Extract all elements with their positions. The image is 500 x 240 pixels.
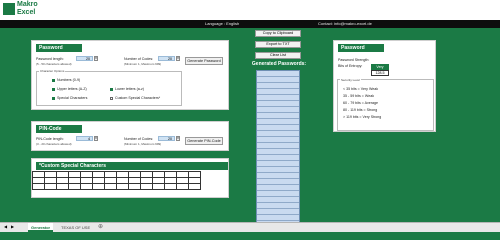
generate-password-button[interactable]: Generate Password bbox=[185, 57, 223, 65]
sheet-tab-bar: ◀ ▶ Generator TEXAS OF USE ⊕ bbox=[0, 222, 500, 232]
character-options-box: Character Options Numbers (0-9) Upper le… bbox=[36, 69, 182, 106]
panel-title: PIN-Code Settings bbox=[36, 125, 82, 140]
tab-scroll-left-icon[interactable]: ◀ bbox=[4, 224, 7, 229]
info-bar: Language : English Contact: info@makro-e… bbox=[0, 20, 500, 28]
security-level-item: < 35 bits = Very Weak bbox=[343, 87, 379, 91]
pin-length-input[interactable]: 4 bbox=[76, 136, 93, 141]
pin-length-spinner[interactable]: ▾ bbox=[94, 136, 98, 141]
password-length-label: Password length: bbox=[36, 57, 64, 61]
custom-special-characters-checkbox[interactable] bbox=[110, 97, 113, 100]
password-codes-hint: (Minimum 1, Maximum 999) bbox=[124, 62, 162, 66]
clear-list-button[interactable]: Clear List bbox=[255, 52, 301, 59]
strength-label: Password Strength: bbox=[338, 58, 370, 62]
bits-of-entropy-value: 128.5 bbox=[371, 70, 389, 76]
password-length-hint: (5 - 50 characters allowed) bbox=[36, 62, 72, 66]
contact-link[interactable]: Contact: info@makro-excel.de bbox=[318, 20, 372, 28]
upper-letters-checkbox[interactable] bbox=[52, 88, 55, 91]
generated-passwords-list[interactable] bbox=[256, 70, 300, 230]
numbers-checkbox[interactable] bbox=[52, 79, 55, 82]
copy-to-clipboard-button[interactable]: Copy to Clipboard bbox=[255, 30, 301, 37]
logo-line-1: Makro bbox=[17, 1, 38, 8]
makro-excel-logo: Makro Excel bbox=[3, 1, 43, 18]
logo-mark bbox=[3, 3, 15, 15]
pin-codes-spinner[interactable]: ▾ bbox=[176, 136, 180, 141]
pin-length-hint: (3 - 20 characters allowed) bbox=[36, 142, 72, 146]
password-codes-input[interactable]: 20 bbox=[158, 56, 175, 61]
panel-title: Password Settings bbox=[36, 44, 82, 59]
security-level-item: 60 - 79 bits = Average bbox=[343, 101, 378, 105]
special-characters-checkbox[interactable] bbox=[52, 97, 55, 100]
password-length-input[interactable]: 20 bbox=[76, 56, 93, 61]
password-settings-panel: Password Settings Password length: 20 ▾ … bbox=[31, 40, 229, 110]
lower-letters-option-label: Lower letters (a-z) bbox=[115, 87, 144, 91]
pin-code-settings-panel: PIN-Code Settings PIN-Code length: 4 ▾ (… bbox=[31, 121, 229, 151]
password-length-spinner[interactable]: ▾ bbox=[94, 56, 98, 61]
security-level-item: 80 - 119 bits = Strong bbox=[343, 108, 378, 112]
security-level-item: > 119 bits = Very Strong bbox=[343, 115, 382, 119]
add-sheet-icon[interactable]: ⊕ bbox=[98, 223, 103, 230]
password-codes-spinner[interactable]: ▾ bbox=[176, 56, 180, 61]
security-level-title: Security Level bbox=[340, 78, 361, 83]
upper-letters-option-label: Upper letters (A-Z) bbox=[57, 87, 87, 91]
logo-line-2: Excel bbox=[17, 9, 36, 16]
security-level-box: Security Level < 35 bits = Very Weak 35 … bbox=[337, 78, 434, 131]
security-level-item: 35 - 59 bits = Weak bbox=[343, 94, 374, 98]
lower-letters-checkbox[interactable] bbox=[110, 88, 113, 91]
numbers-option-label: Numbers (0-9) bbox=[57, 78, 81, 82]
custom-characters-grid[interactable] bbox=[32, 171, 201, 190]
panel-title: Password Strength bbox=[338, 44, 384, 59]
bits-of-entropy-label: Bits of Entropy: bbox=[338, 64, 363, 68]
export-to-txt-button[interactable]: Export to TXT bbox=[255, 41, 301, 48]
character-options-title: Character Options bbox=[39, 69, 66, 74]
tab-terms-of-use[interactable]: TEXAS OF USE bbox=[58, 223, 93, 232]
custom-special-characters-option-label: Custom Special Characters* bbox=[115, 96, 161, 100]
password-codes-label: Number of Codes: bbox=[124, 57, 154, 61]
pin-codes-hint: (Minimum 1, Maximum 999) bbox=[124, 142, 162, 146]
grid-row bbox=[32, 183, 201, 190]
language-selector[interactable]: Language : English bbox=[205, 20, 239, 28]
app-header: Makro Excel bbox=[0, 0, 500, 20]
tab-scroll-right-icon[interactable]: ▶ bbox=[11, 224, 14, 229]
generated-passwords-label: Generated Passwords: bbox=[251, 61, 307, 67]
generate-pin-code-button[interactable]: Generate PIN-Code bbox=[185, 137, 223, 145]
special-characters-option-label: Special Characters bbox=[57, 96, 88, 100]
pin-codes-label: Number of Codes: bbox=[124, 137, 154, 141]
tab-generator[interactable]: Generator bbox=[28, 223, 54, 232]
pin-length-label: PIN-Code length: bbox=[36, 137, 64, 141]
pin-codes-input[interactable]: 20 bbox=[158, 136, 175, 141]
panel-title: *Custom Special Characters bbox=[36, 162, 228, 170]
